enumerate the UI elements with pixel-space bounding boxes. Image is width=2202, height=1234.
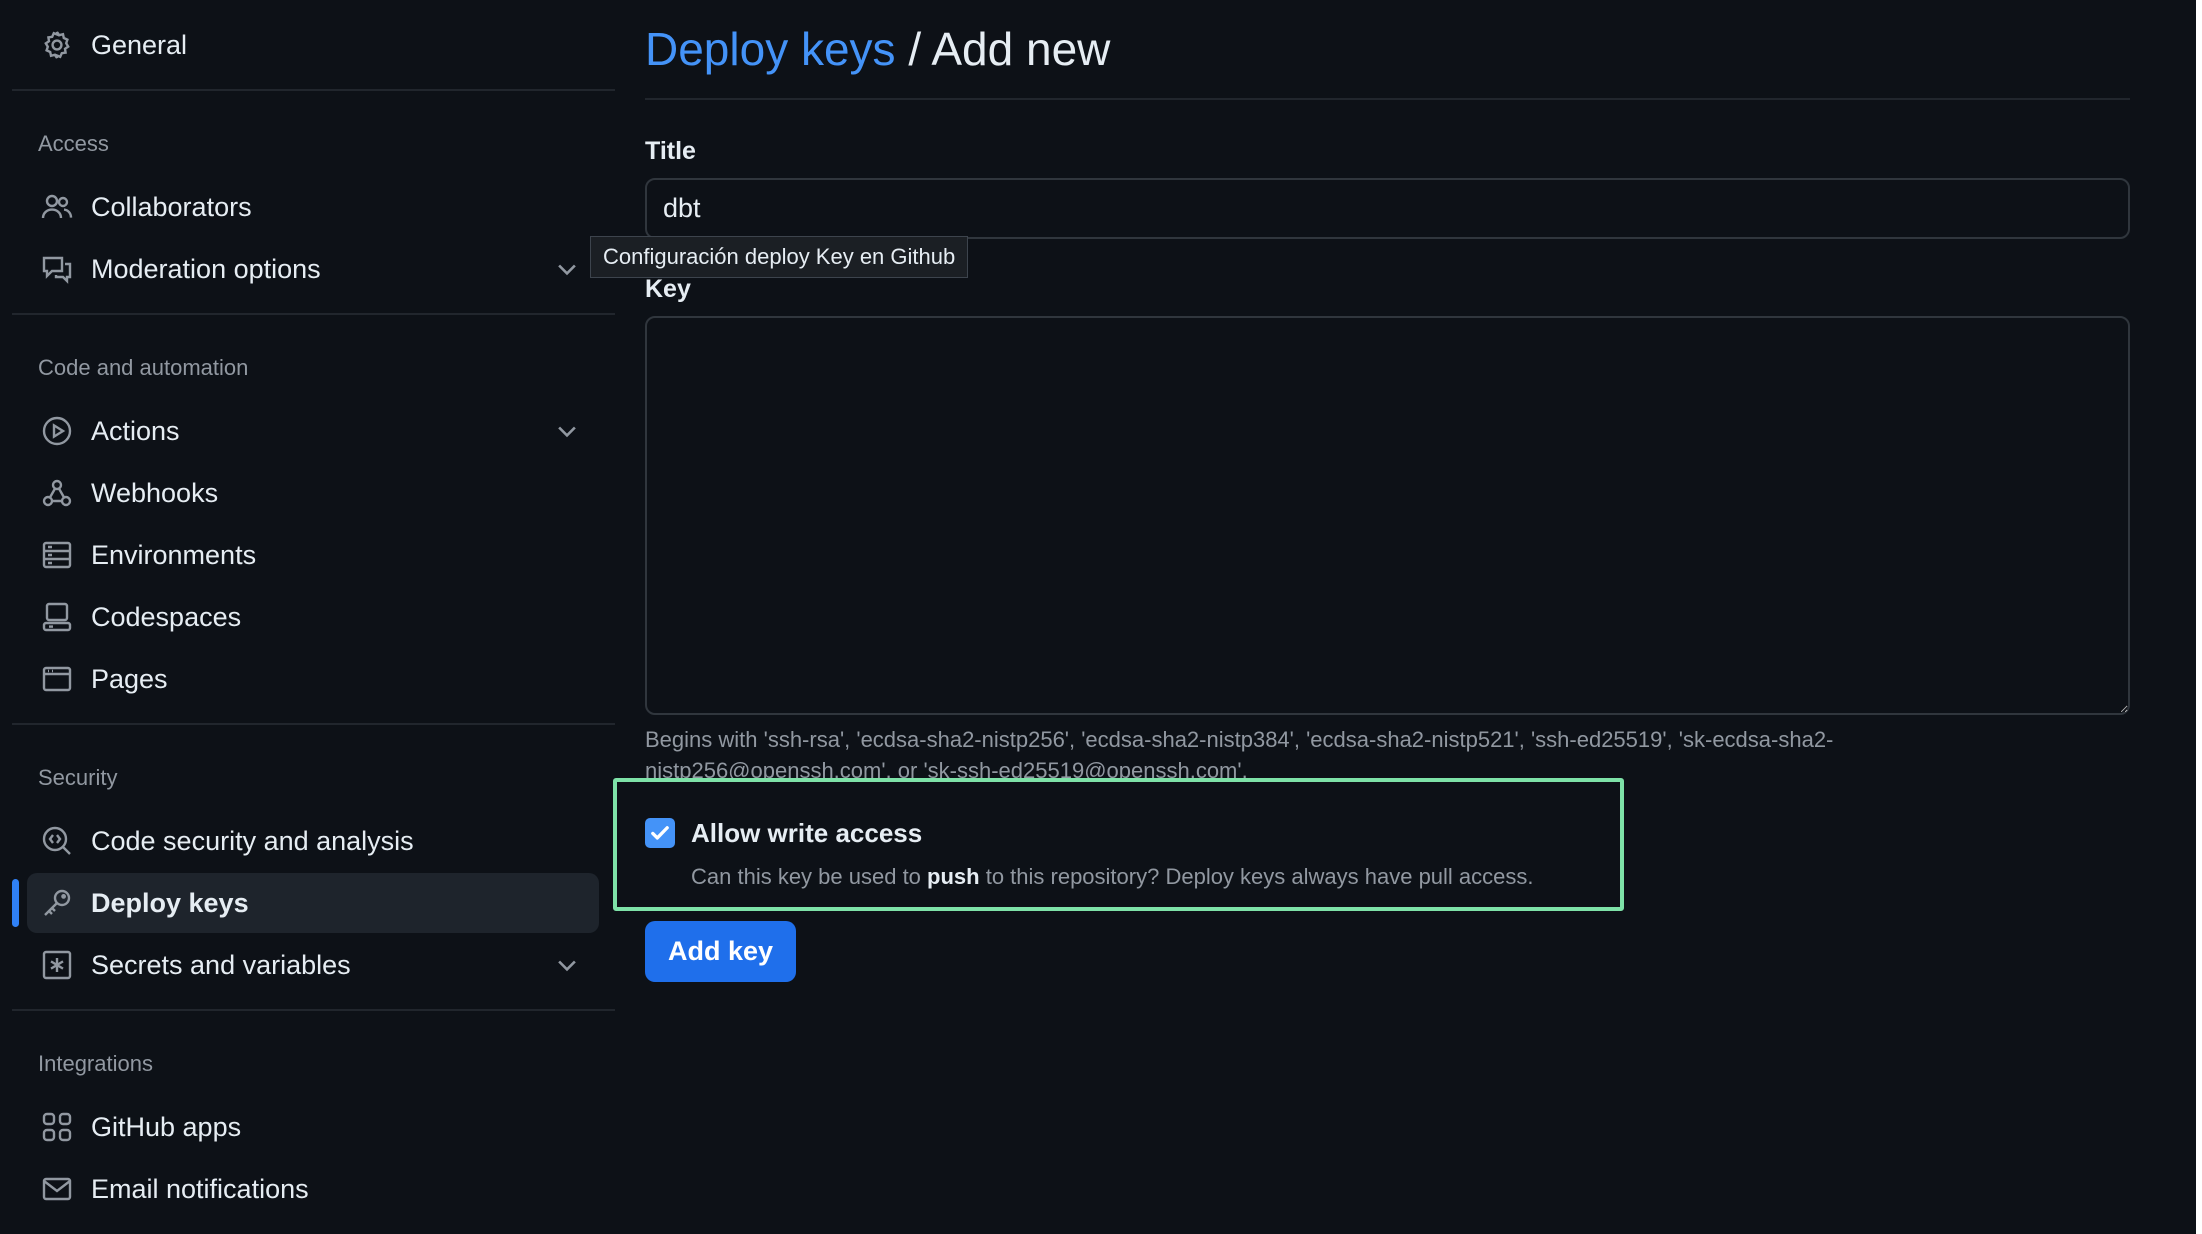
sidebar-item-codespaces[interactable]: Codespaces [27, 587, 599, 647]
desc-text-before: Can this key be used to [691, 864, 928, 889]
sidebar-item-label: Environments [91, 539, 257, 570]
chevron-down-icon[interactable] [553, 951, 581, 979]
sidebar-item-general[interactable]: General [27, 15, 599, 75]
sidebar-item-label: GitHub apps [91, 1111, 242, 1142]
gear-icon [41, 29, 73, 61]
section-title-integrations: Integrations [38, 1051, 153, 1076]
chevron-down-icon[interactable] [553, 255, 581, 283]
section-title-access: Access [38, 131, 109, 156]
sidebar-item-label: Moderation options [91, 253, 321, 284]
sidebar-item-github-apps[interactable]: GitHub apps [27, 1097, 599, 1157]
sidebar-item-environments[interactable]: Environments [27, 525, 599, 585]
webhook-icon [41, 477, 73, 509]
codespaces-icon [41, 601, 73, 633]
window-edge [2196, 0, 2202, 1234]
allow-write-access-label[interactable]: Allow write access [691, 818, 922, 849]
browser-icon [41, 663, 73, 695]
codescan-icon [41, 825, 73, 857]
allow-write-access-description: Can this key be used to push to this rep… [691, 864, 1534, 890]
sidebar-item-label: Deploy keys [91, 887, 249, 918]
key-asterisk-icon [41, 949, 73, 981]
sidebar-divider [12, 89, 615, 91]
apps-icon [41, 1111, 73, 1143]
sidebar-item-secrets-variables[interactable]: Secrets and variables [27, 935, 599, 995]
breadcrumb-current: Add new [931, 23, 1111, 75]
key-format-hint: Begins with 'ssh-rsa', 'ecdsa-sha2-nistp… [645, 727, 1834, 782]
settings-sidebar: General Access Collaborators Moderation … [0, 0, 615, 1234]
add-key-button[interactable]: Add key [645, 921, 796, 982]
desc-text-bold: push [927, 864, 980, 889]
sidebar-item-label: Collaborators [91, 191, 252, 222]
sidebar-item-collaborators[interactable]: Collaborators [27, 177, 599, 237]
title-input[interactable] [645, 178, 2130, 239]
mail-icon [41, 1173, 73, 1205]
key-label: Key [645, 275, 691, 303]
sidebar-item-actions[interactable]: Actions [27, 401, 599, 461]
sidebar-divider [12, 1009, 615, 1011]
sidebar-item-pages[interactable]: Pages [27, 649, 599, 709]
sidebar-item-code-security[interactable]: Code security and analysis [27, 811, 599, 871]
sidebar-item-label: General [91, 29, 188, 60]
sidebar-divider [12, 723, 615, 725]
sidebar-item-label: Actions [91, 415, 180, 446]
section-title-code-automation: Code and automation [38, 355, 249, 380]
breadcrumb-deploy-keys-link[interactable]: Deploy keys [645, 23, 896, 75]
active-indicator [12, 879, 19, 927]
sidebar-item-label: Code security and analysis [91, 825, 414, 856]
comment-icon [41, 253, 73, 285]
sidebar-item-label: Pages [91, 663, 168, 694]
title-label: Title [645, 137, 696, 165]
sidebar-item-label: Codespaces [91, 601, 242, 632]
sidebar-item-email-notifications[interactable]: Email notifications [27, 1159, 599, 1219]
server-icon [41, 539, 73, 571]
key-textarea[interactable] [645, 316, 2130, 715]
sidebar-divider [12, 313, 615, 315]
key-icon [41, 887, 73, 919]
allow-write-access-checkbox[interactable] [645, 818, 675, 848]
page-title: Deploy keys / Add new [645, 22, 1110, 76]
chevron-down-icon[interactable] [553, 417, 581, 445]
sidebar-item-moderation-options[interactable]: Moderation options [27, 239, 599, 299]
people-icon [41, 191, 73, 223]
play-icon [41, 415, 73, 447]
sidebar-item-webhooks[interactable]: Webhooks [27, 463, 599, 523]
heading-divider [645, 98, 2130, 100]
sidebar-item-deploy-keys[interactable]: Deploy keys [27, 873, 599, 933]
sidebar-item-label: Webhooks [91, 477, 219, 508]
breadcrumb-separator: / [895, 23, 932, 75]
section-title-security: Security [38, 765, 118, 790]
sidebar-item-label: Email notifications [91, 1173, 309, 1204]
desc-text-after: to this repository? Deploy keys always h… [979, 864, 1534, 889]
checkmark-icon [651, 826, 669, 840]
tooltip: Configuración deploy Key en Github [590, 236, 969, 278]
sidebar-item-label: Secrets and variables [91, 949, 351, 980]
